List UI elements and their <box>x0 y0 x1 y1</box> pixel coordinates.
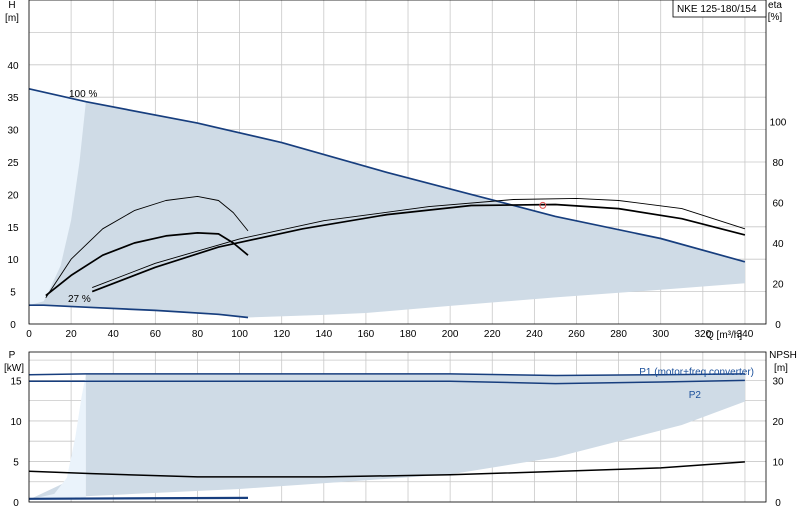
h-tick-label: 30 <box>7 126 19 137</box>
series-p-min-27 <box>28 496 249 500</box>
x-tick-label: 40 <box>108 329 120 340</box>
npsh-tick-label: 10 <box>772 457 784 468</box>
x-tick-label: 160 <box>358 329 375 340</box>
x-tick-label: 220 <box>484 329 501 340</box>
p-axis-label: P <box>9 350 16 361</box>
eta-tick-label: 40 <box>772 239 784 250</box>
npsh-tick-label: 20 <box>772 417 784 428</box>
legend-p1: P1 (motor+freq.converter) <box>639 367 754 378</box>
x-tick-label: 100 <box>231 329 248 340</box>
npsh-tick-label: 30 <box>772 376 784 387</box>
h-unit-label: [m] <box>5 13 19 24</box>
q-axis-label: Q [m³/h] <box>706 330 742 341</box>
p-tick-label: 0 <box>13 498 19 509</box>
npsh-tick-label: 0 <box>775 498 781 509</box>
h-tick-label: 5 <box>10 288 16 299</box>
p-tick-label: 5 <box>13 457 19 468</box>
x-tick-label: 200 <box>442 329 459 340</box>
x-tick-label: 80 <box>192 329 204 340</box>
legend-p2: P2 <box>689 390 702 401</box>
h-tick-label: 15 <box>7 223 19 234</box>
npsh-unit-label: [m] <box>774 363 788 374</box>
h-tick-label: 20 <box>7 190 19 201</box>
x-tick-label: 120 <box>273 329 290 340</box>
eta-tick-label: 0 <box>775 320 781 331</box>
x-tick-label: 260 <box>568 329 585 340</box>
eta-tick-label: 100 <box>770 118 787 129</box>
h-tick-label: 10 <box>7 255 19 266</box>
pump-curve-chart: 0 20 40 60 80 100 120 140 160 180 200 220 240 260 280 3… <box>0 0 800 520</box>
p-tick-label: 10 <box>10 417 22 428</box>
x-tick-label: 240 <box>526 329 543 340</box>
h-tick-label: 0 <box>10 320 16 331</box>
eta-axis-label: eta <box>768 0 782 11</box>
h-tick-label: 35 <box>7 93 19 104</box>
x-tick-label: 280 <box>610 329 627 340</box>
chart-title: NKE 125-180/154 <box>677 4 757 15</box>
curve-label-27: 27 % <box>68 294 91 305</box>
x-tick-label: 0 <box>26 329 32 340</box>
eta-tick-label: 80 <box>772 158 784 169</box>
h-tick-label: 40 <box>7 61 19 72</box>
p-tick-label: 15 <box>10 376 22 387</box>
eta-unit-label: [%] <box>768 12 783 23</box>
x-tick-label: 180 <box>400 329 417 340</box>
curve-label-100: 100 % <box>69 89 97 100</box>
x-tick-label: 60 <box>150 329 162 340</box>
eta-tick-label: 20 <box>772 280 784 291</box>
x-tick-label: 20 <box>66 329 78 340</box>
h-tick-label: 25 <box>7 158 19 169</box>
p-unit-label: [kW] <box>4 363 24 374</box>
h-axis-label: H <box>8 0 15 11</box>
eta-tick-label: 60 <box>772 199 784 210</box>
x-tick-label: 300 <box>652 329 669 340</box>
npsh-axis-label: NPSH <box>769 350 797 361</box>
x-tick-label: 140 <box>315 329 332 340</box>
